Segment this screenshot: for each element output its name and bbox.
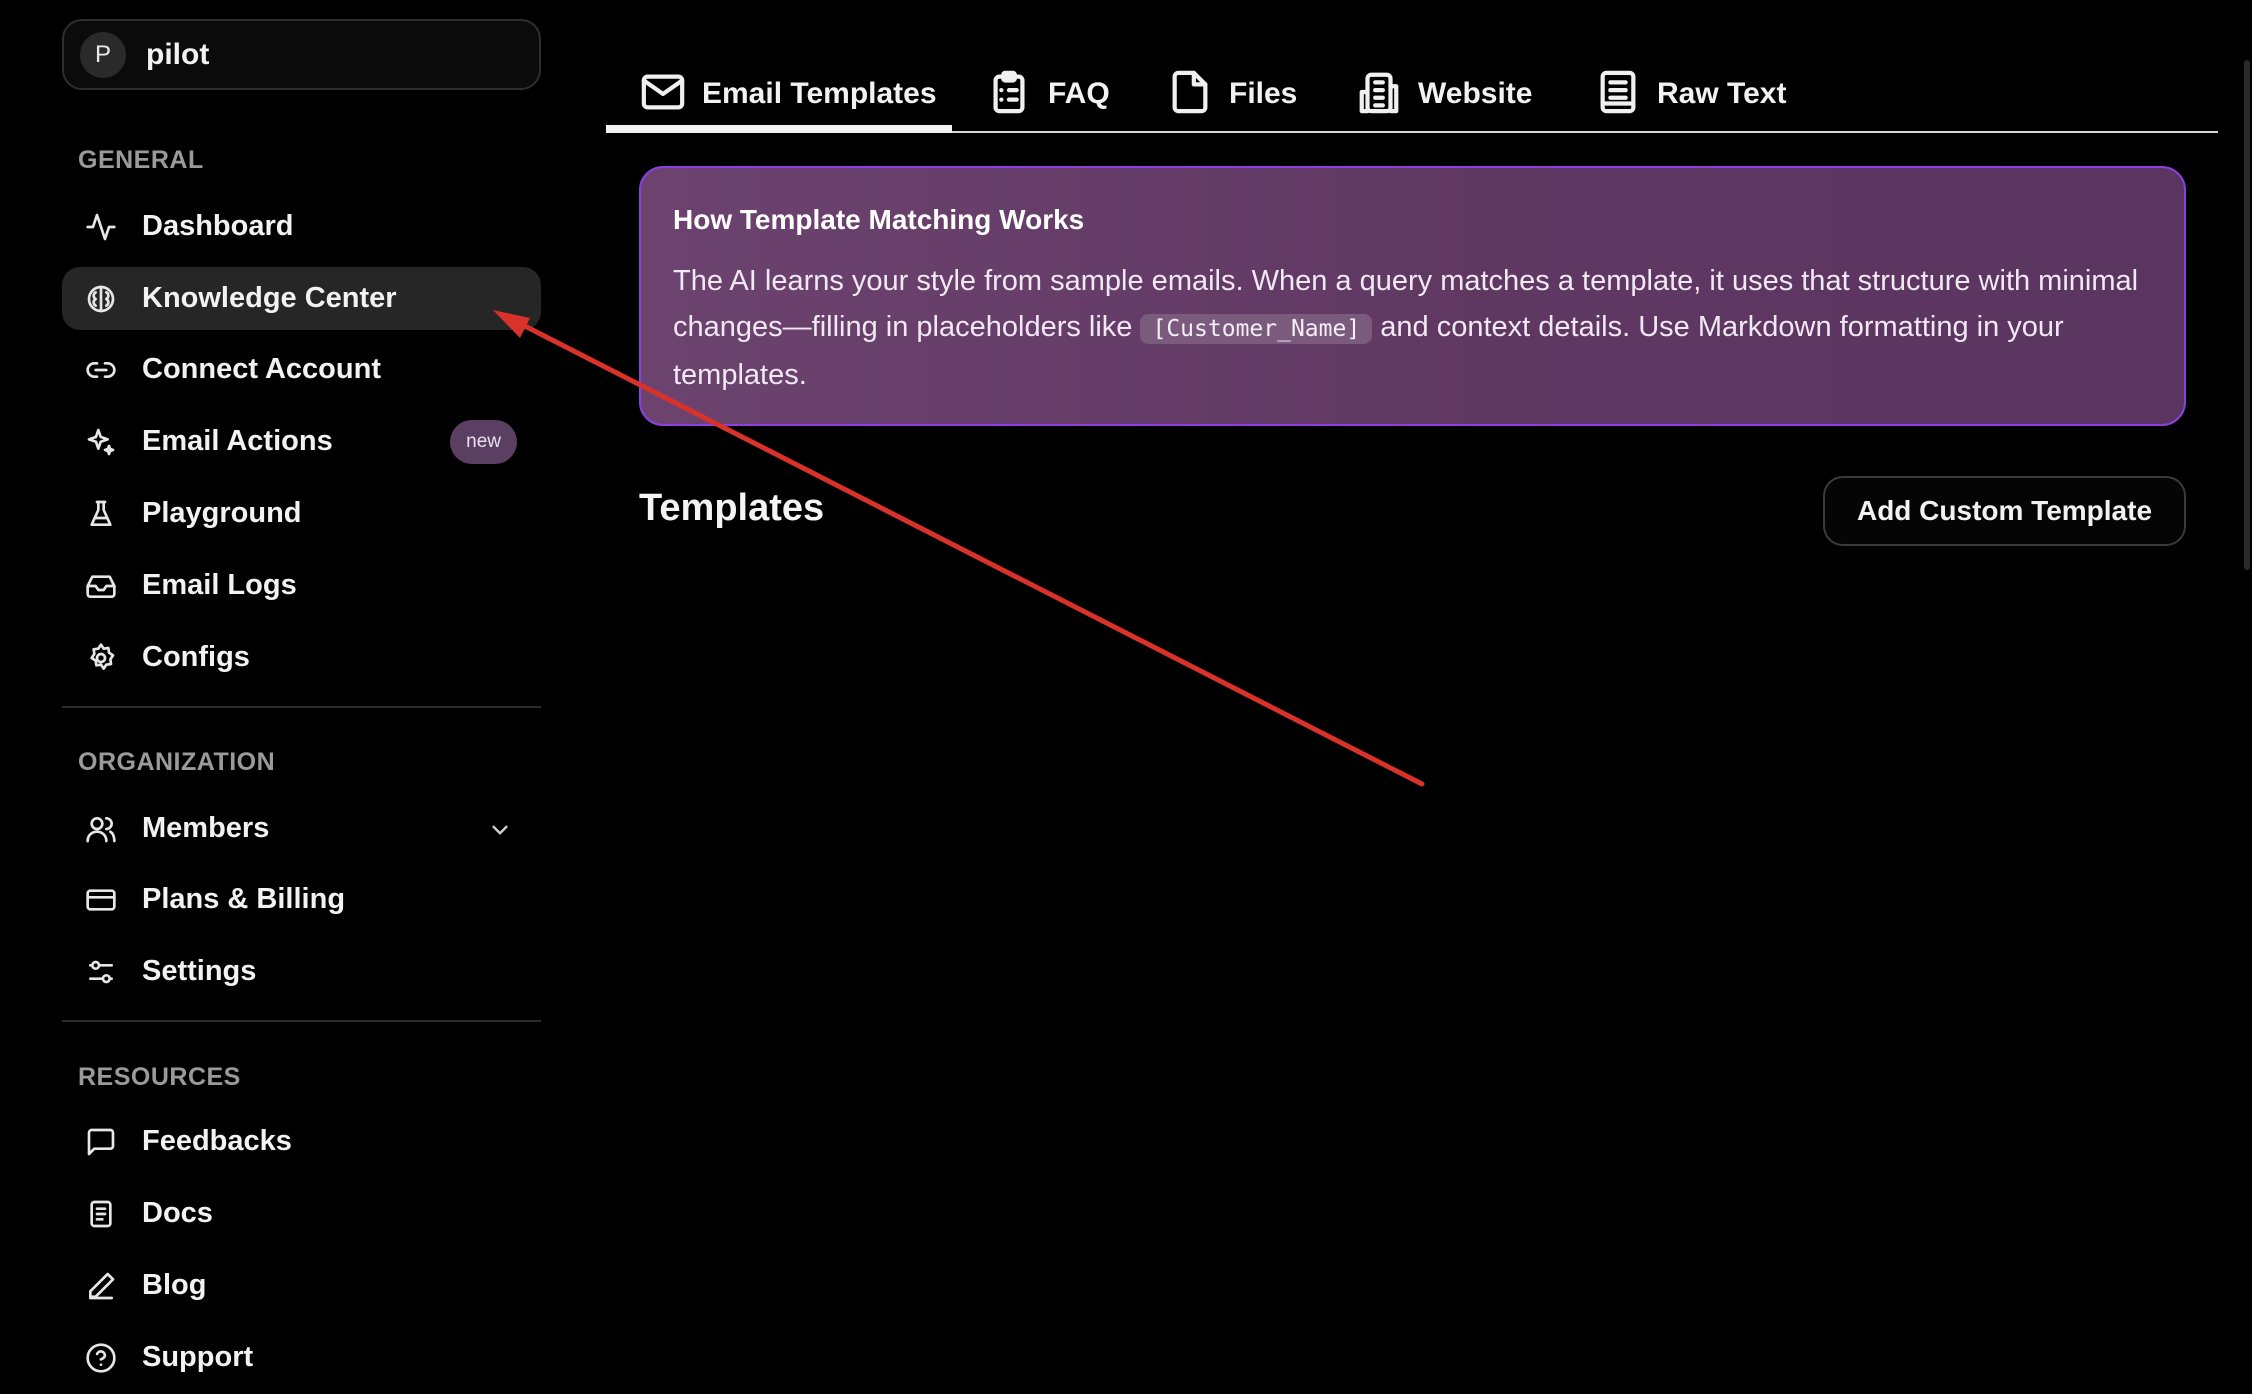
info-card-title: How Template Matching Works xyxy=(673,204,1085,235)
sidebar-item-label: Settings xyxy=(142,955,257,987)
sidebar-item-docs[interactable]: Docs xyxy=(62,1182,541,1245)
sidebar-item-label: Configs xyxy=(142,641,250,673)
tab-label: Website xyxy=(1418,77,1533,110)
sidebar-divider xyxy=(62,1020,541,1022)
template-matching-info-card: How Template Matching Works The AI learn… xyxy=(639,166,2186,426)
scrollbar[interactable] xyxy=(2244,60,2250,570)
sidebar-item-email-logs[interactable]: Email Logs xyxy=(62,554,541,617)
credit-card-icon xyxy=(84,883,118,917)
tab-email-templates[interactable]: Email Templates xyxy=(640,55,937,133)
section-label-resources: RESOURCES xyxy=(78,1063,241,1091)
sidebar-item-label: Support xyxy=(142,1341,254,1373)
sidebar-item-label: Playground xyxy=(142,497,302,529)
flask-icon xyxy=(84,497,118,531)
templates-heading: Templates xyxy=(639,487,825,529)
inbox-icon xyxy=(84,569,118,603)
help-circle-icon xyxy=(84,1341,118,1375)
workspace-switcher[interactable]: P pilot xyxy=(62,19,541,90)
sidebar-item-label: Blog xyxy=(142,1269,207,1301)
new-badge: new xyxy=(450,420,517,464)
tab-label: Files xyxy=(1229,77,1298,110)
sidebar-item-blog[interactable]: Blog xyxy=(62,1254,541,1317)
link-icon xyxy=(84,353,118,387)
sidebar-item-settings[interactable]: Settings xyxy=(62,940,541,1003)
mail-icon xyxy=(640,69,686,120)
sidebar-item-configs[interactable]: Configs xyxy=(62,626,541,689)
document-icon xyxy=(84,1197,118,1231)
workspace-name: pilot xyxy=(146,37,210,71)
sidebar-item-label: Email Actions xyxy=(142,425,333,457)
sidebar-item-label: Feedbacks xyxy=(142,1125,292,1157)
pen-icon xyxy=(84,1269,118,1303)
sidebar-item-label: Knowledge Center xyxy=(142,282,397,314)
sidebar-item-members[interactable]: Members xyxy=(62,797,541,860)
sidebar-item-plans-billing[interactable]: Plans & Billing xyxy=(62,868,541,931)
sidebar-item-connect-account[interactable]: Connect Account xyxy=(62,338,541,401)
gear-icon xyxy=(84,641,118,675)
sidebar-item-label: Docs xyxy=(142,1197,213,1229)
sidebar-item-feedbacks[interactable]: Feedbacks xyxy=(62,1110,541,1173)
sidebar-item-label: Plans & Billing xyxy=(142,883,346,915)
section-label-organization: ORGANIZATION xyxy=(78,748,276,776)
clipboard-list-icon xyxy=(986,69,1032,120)
sliders-icon xyxy=(84,955,118,989)
knowledge-tabs: Email Templates FAQ Files Website Raw Te… xyxy=(606,55,2218,133)
section-label-general: GENERAL xyxy=(78,146,204,174)
add-custom-template-button[interactable]: Add Custom Template xyxy=(1823,476,2186,546)
file-icon xyxy=(1167,69,1213,120)
tab-files[interactable]: Files xyxy=(1167,55,1297,133)
activity-icon xyxy=(84,210,118,244)
info-card-body: The AI learns your style from sample ema… xyxy=(673,258,2153,398)
message-square-icon xyxy=(84,1125,118,1159)
tab-faq[interactable]: FAQ xyxy=(986,55,1110,133)
active-tab-indicator xyxy=(606,125,952,133)
sidebar-item-label: Connect Account xyxy=(142,353,381,385)
sidebar-item-knowledge-center[interactable]: Knowledge Center xyxy=(62,267,541,330)
sidebar-item-playground[interactable]: Playground xyxy=(62,482,541,545)
tab-website[interactable]: Website xyxy=(1356,55,1532,133)
workspace-avatar: P xyxy=(80,31,126,78)
sidebar-item-email-actions[interactable]: Email Actions new xyxy=(62,410,541,473)
tab-label: Raw Text xyxy=(1657,77,1787,110)
tab-raw-text[interactable]: Raw Text xyxy=(1595,55,1786,133)
sidebar-item-dashboard[interactable]: Dashboard xyxy=(62,195,541,258)
sidebar-divider xyxy=(62,706,541,708)
tab-label: Email Templates xyxy=(702,77,937,110)
placeholder-code: [Customer_Name] xyxy=(1140,314,1373,344)
sparkles-icon xyxy=(84,425,118,459)
sidebar-item-label: Members xyxy=(142,812,270,844)
tab-label: FAQ xyxy=(1048,77,1110,110)
sidebar-item-label: Email Logs xyxy=(142,569,297,601)
text-document-icon xyxy=(1595,69,1641,120)
sidebar-item-label: Dashboard xyxy=(142,210,294,242)
sidebar-item-support[interactable]: Support xyxy=(62,1326,541,1389)
users-icon xyxy=(84,812,118,846)
chevron-down-icon[interactable] xyxy=(487,817,513,843)
building-icon xyxy=(1356,69,1402,120)
sidebar: P pilot GENERAL Dashboard Knowledge Cent… xyxy=(0,0,560,1394)
brain-icon xyxy=(84,282,118,316)
